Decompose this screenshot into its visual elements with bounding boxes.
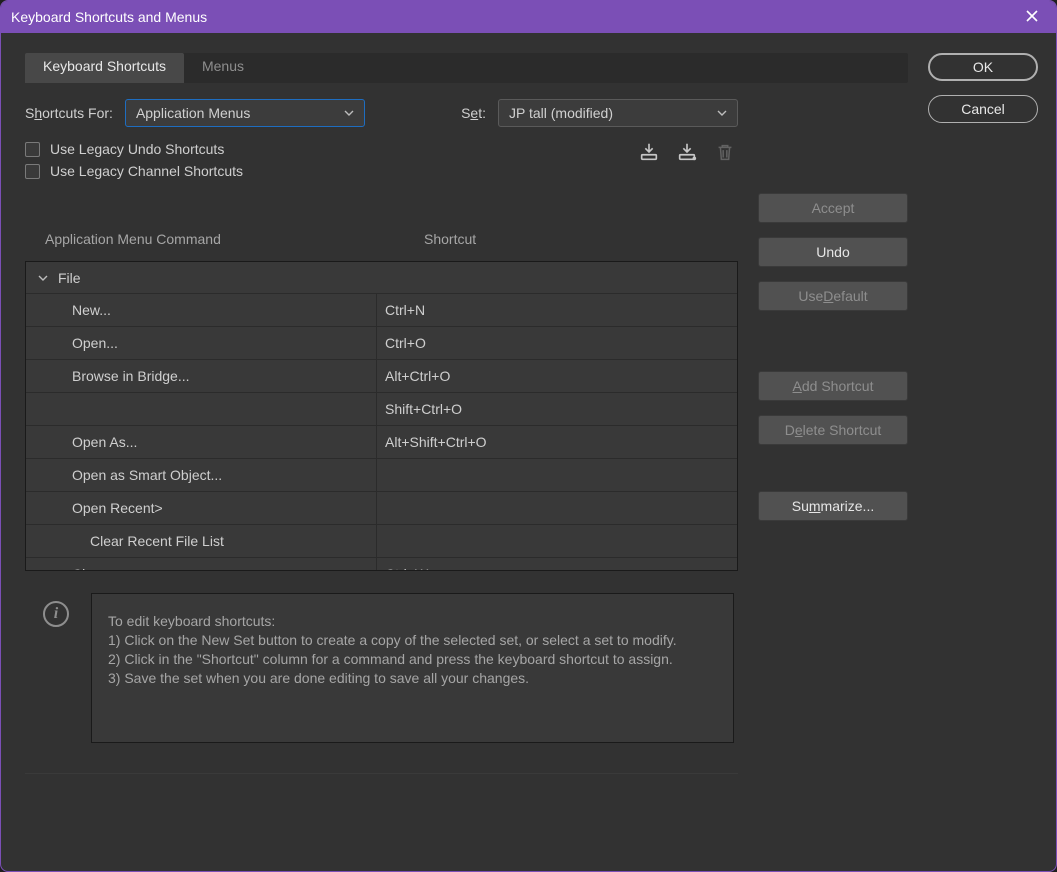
chevron-down-icon bbox=[717, 108, 727, 118]
select-shortcuts-for-value: Application Menus bbox=[136, 105, 336, 121]
cell-command: Open As... bbox=[26, 434, 376, 450]
list-item[interactable]: Open As... Alt+Shift+Ctrl+O bbox=[26, 426, 737, 459]
window-title: Keyboard Shortcuts and Menus bbox=[11, 9, 1018, 25]
info-box: i To edit keyboard shortcuts: 1) Click o… bbox=[25, 593, 738, 743]
cell-shortcut[interactable]: Alt+Ctrl+O bbox=[376, 360, 737, 392]
cell-shortcut[interactable]: Shift+Ctrl+O bbox=[376, 393, 737, 425]
delete-set-button bbox=[712, 141, 738, 167]
ok-cancel-column: OK Cancel bbox=[928, 53, 1038, 853]
checkbox-legacy-channel[interactable] bbox=[25, 164, 40, 179]
info-icon: i bbox=[43, 601, 69, 627]
cancel-button[interactable]: Cancel bbox=[928, 95, 1038, 123]
cell-command: Close bbox=[26, 566, 376, 571]
accept-button: Accept bbox=[758, 193, 908, 223]
info-text: To edit keyboard shortcuts: 1) Click on … bbox=[91, 593, 734, 743]
content-row: Shortcuts For: Application Menus Set: bbox=[25, 93, 908, 853]
cell-command: Open as Smart Object... bbox=[26, 467, 376, 483]
dialog-body: Keyboard Shortcuts Menus Shortcuts For: … bbox=[1, 33, 1056, 871]
center-block: Shortcuts For: Application Menus Set: bbox=[25, 93, 738, 853]
list-item[interactable]: Browse in Bridge... Alt+Ctrl+O bbox=[26, 360, 737, 393]
list-item[interactable]: Shift+Ctrl+O bbox=[26, 393, 737, 426]
right-actions: Accept Undo Use Default Add Shortcut Del… bbox=[758, 93, 908, 853]
select-set-value: JP tall (modified) bbox=[509, 105, 709, 121]
close-icon bbox=[1025, 9, 1039, 26]
list-item[interactable]: Clear Recent File List bbox=[26, 525, 737, 558]
cell-command: Open Recent> bbox=[26, 500, 376, 516]
tab-row: Keyboard Shortcuts Menus bbox=[25, 53, 908, 83]
chevron-down-icon bbox=[38, 273, 48, 283]
col-header-command: Application Menu Command bbox=[45, 231, 405, 247]
selects-row: Shortcuts For: Application Menus Set: bbox=[25, 99, 738, 127]
save-set-button[interactable] bbox=[636, 141, 662, 167]
select-set[interactable]: JP tall (modified) bbox=[498, 99, 738, 127]
cell-command: Open... bbox=[26, 335, 376, 351]
add-shortcut-button: Add Shortcut bbox=[758, 371, 908, 401]
trash-icon bbox=[714, 141, 736, 168]
shortcuts-listbox[interactable]: File New... Ctrl+N Open... Ctrl+O Browse… bbox=[25, 261, 738, 571]
section-file[interactable]: File bbox=[26, 262, 737, 294]
section-file-label: File bbox=[58, 270, 81, 286]
info-line: 2) Click in the "Shortcut" column for a … bbox=[108, 650, 717, 669]
list-item[interactable]: Close Ctrl+W bbox=[26, 558, 737, 571]
title-bar: Keyboard Shortcuts and Menus bbox=[1, 1, 1056, 33]
new-set-icon bbox=[676, 141, 698, 168]
checkbox-legacy-undo[interactable] bbox=[25, 142, 40, 157]
info-line: 1) Click on the New Set button to create… bbox=[108, 631, 717, 650]
check-legacy-channel-row[interactable]: Use Legacy Channel Shortcuts bbox=[25, 163, 738, 179]
undo-button[interactable]: Undo bbox=[758, 237, 908, 267]
label-legacy-channel: Use Legacy Channel Shortcuts bbox=[50, 163, 243, 179]
label-shortcuts-for: Shortcuts For: bbox=[25, 105, 113, 121]
cell-command: New... bbox=[26, 302, 376, 318]
cell-shortcut[interactable]: Ctrl+W bbox=[376, 558, 737, 571]
cell-shortcut[interactable] bbox=[376, 492, 737, 524]
cell-command: Clear Recent File List bbox=[26, 533, 376, 549]
info-line: To edit keyboard shortcuts: bbox=[108, 612, 717, 631]
cell-shortcut[interactable] bbox=[376, 459, 737, 491]
tab-keyboard-shortcuts[interactable]: Keyboard Shortcuts bbox=[25, 53, 184, 83]
new-set-button[interactable] bbox=[674, 141, 700, 167]
ok-button[interactable]: OK bbox=[928, 53, 1038, 81]
close-button[interactable] bbox=[1018, 3, 1046, 31]
set-toolbar bbox=[636, 141, 738, 167]
cell-shortcut[interactable] bbox=[376, 525, 737, 557]
col-header-shortcut: Shortcut bbox=[405, 231, 718, 247]
summarize-button[interactable]: Summarize... bbox=[758, 491, 908, 521]
check-legacy-undo-row[interactable]: Use Legacy Undo Shortcuts bbox=[25, 141, 738, 157]
use-default-button: Use Default bbox=[758, 281, 908, 311]
list-item[interactable]: Open... Ctrl+O bbox=[26, 327, 737, 360]
chevron-down-icon bbox=[344, 108, 354, 118]
label-set: Set: bbox=[461, 105, 486, 121]
delete-shortcut-button: Delete Shortcut bbox=[758, 415, 908, 445]
list-item[interactable]: New... Ctrl+N bbox=[26, 294, 737, 327]
main-column: Keyboard Shortcuts Menus Shortcuts For: … bbox=[25, 53, 908, 853]
list-item[interactable]: Open as Smart Object... bbox=[26, 459, 737, 492]
dialog-window: Keyboard Shortcuts and Menus Keyboard Sh… bbox=[0, 0, 1057, 872]
label-legacy-undo: Use Legacy Undo Shortcuts bbox=[50, 141, 224, 157]
cell-shortcut[interactable]: Ctrl+N bbox=[376, 294, 737, 326]
save-set-icon bbox=[638, 141, 660, 168]
cell-command: Browse in Bridge... bbox=[26, 368, 376, 384]
list-item[interactable]: Open Recent> bbox=[26, 492, 737, 525]
cell-shortcut[interactable]: Ctrl+O bbox=[376, 327, 737, 359]
select-shortcuts-for[interactable]: Application Menus bbox=[125, 99, 365, 127]
tab-menus[interactable]: Menus bbox=[184, 53, 262, 83]
options-and-tools: Use Legacy Undo Shortcuts Use Legacy Cha… bbox=[25, 141, 738, 211]
separator bbox=[25, 773, 738, 774]
grid-header: Application Menu Command Shortcut bbox=[25, 221, 738, 261]
info-line: 3) Save the set when you are done editin… bbox=[108, 669, 717, 688]
cell-shortcut[interactable]: Alt+Shift+Ctrl+O bbox=[376, 426, 737, 458]
